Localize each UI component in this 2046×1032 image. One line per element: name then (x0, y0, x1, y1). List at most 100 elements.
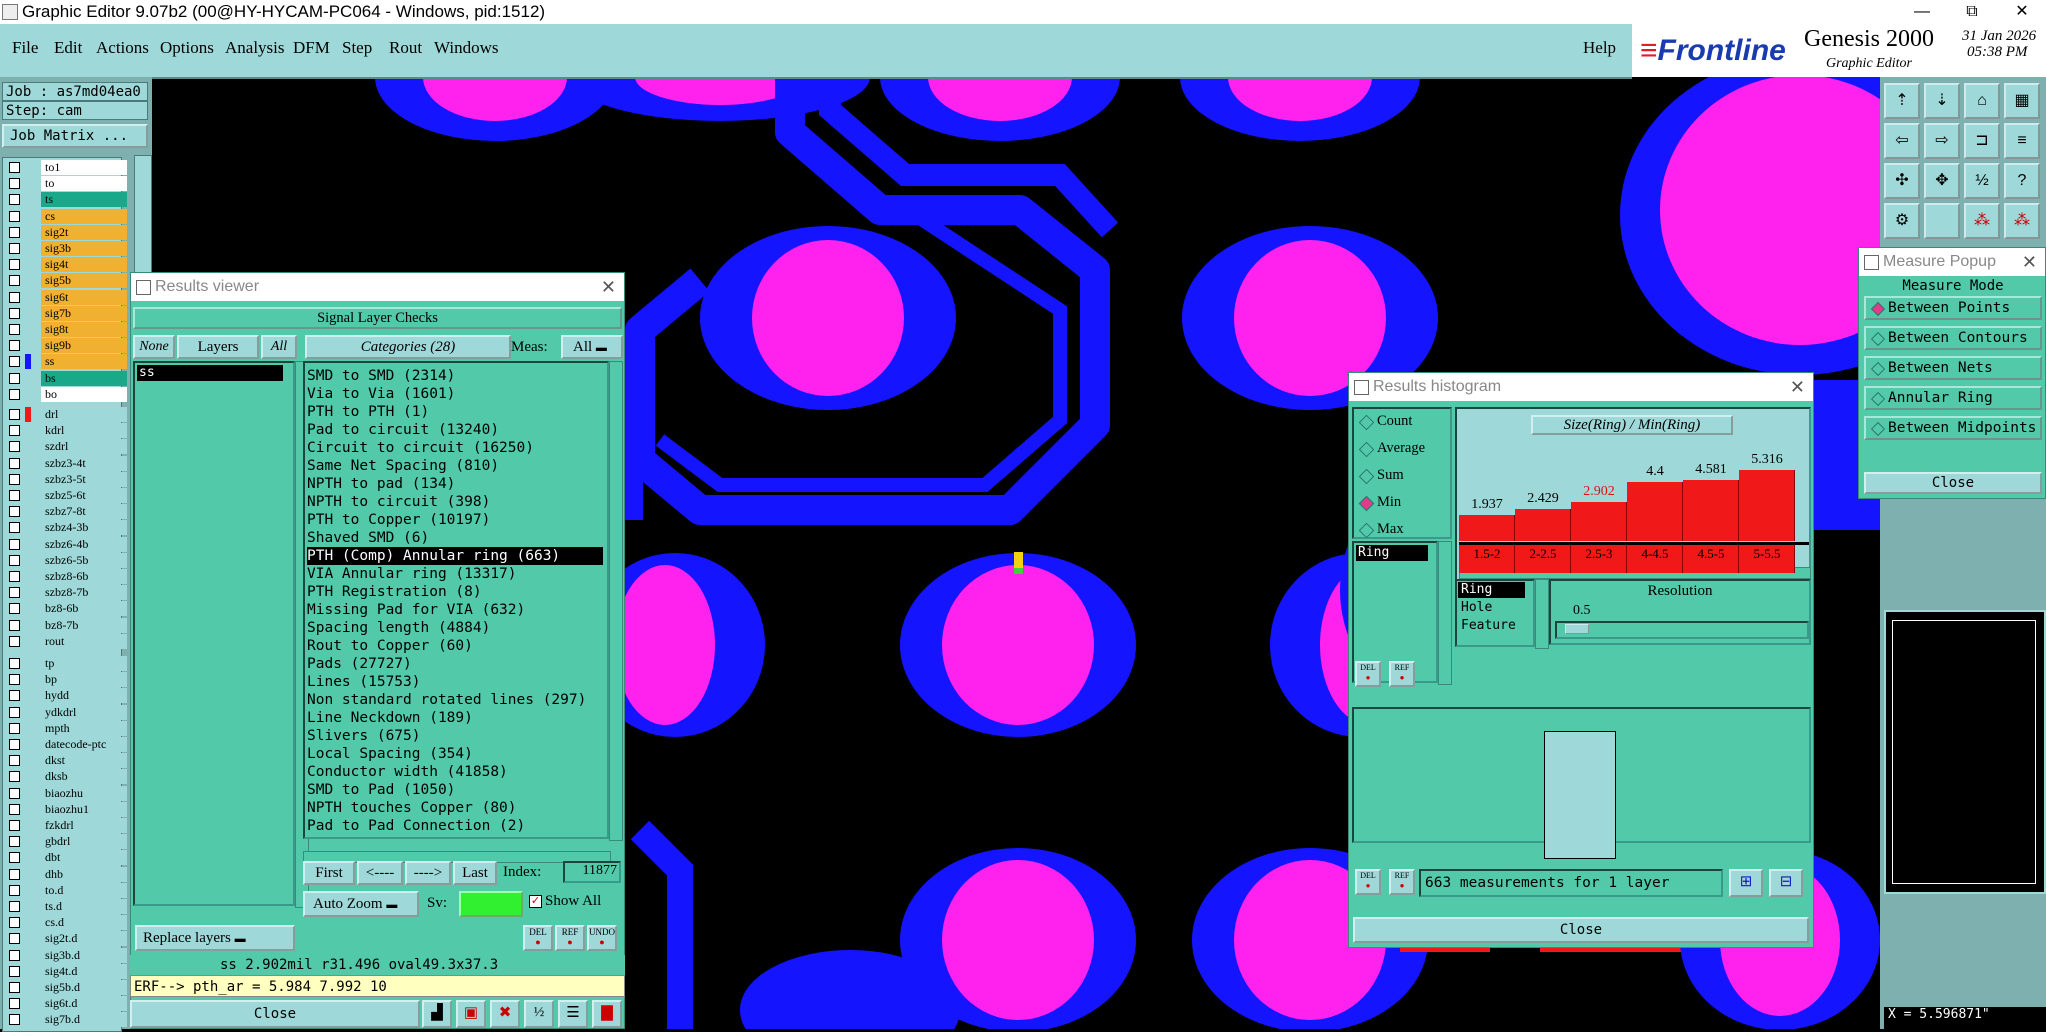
layer-checkbox[interactable] (9, 852, 20, 864)
layer-checkbox[interactable] (9, 771, 20, 783)
minimize-button[interactable]: — (1900, 0, 1944, 24)
layer-row[interactable]: szbz8-7b (7, 585, 127, 601)
layer-row[interactable]: bz8-7b (7, 617, 127, 633)
category-item[interactable]: Non standard rotated lines (297) (307, 691, 586, 709)
category-item[interactable]: Shaved SMD (6) (307, 529, 429, 547)
measure-mode-between-nets[interactable]: Between Nets (1864, 356, 2042, 380)
layer-row[interactable]: dhb (7, 866, 127, 882)
layer-row[interactable]: drl (7, 407, 127, 422)
layer-checkbox[interactable] (9, 674, 20, 686)
layer-checkbox[interactable] (9, 587, 20, 599)
job-matrix-button[interactable]: Job Matrix ... (2, 124, 148, 148)
layer-checkbox[interactable] (9, 425, 20, 437)
layer-row[interactable]: szbz5-6t (7, 488, 127, 503)
layer-checkbox[interactable] (9, 457, 20, 469)
prev-button[interactable]: <---- (357, 861, 403, 885)
undo-button[interactable]: UNDO ● (587, 925, 617, 951)
layer-row[interactable]: mpth (7, 720, 127, 736)
category-item[interactable]: PTH Registration (8) (307, 583, 482, 601)
import-icon[interactable]: ⊟ (1769, 869, 1803, 897)
layer-row[interactable]: szbz4-3b (7, 520, 127, 536)
ratio-icon[interactable]: ½ (1964, 163, 2000, 199)
highlight-icon[interactable]: ▣ (456, 1000, 486, 1028)
histogram-bar[interactable] (1739, 470, 1795, 541)
histogram-list-scrollbar[interactable] (1438, 541, 1452, 685)
layer-checkbox[interactable] (9, 291, 20, 303)
layer-row[interactable]: sig3b.d (7, 947, 127, 963)
blank-tool-icon[interactable] (1924, 203, 1960, 239)
home-icon[interactable]: ⌂ (1964, 83, 2000, 119)
layer-checkbox[interactable] (9, 722, 20, 734)
layer-row[interactable]: sig2t.d (7, 931, 127, 947)
detail-del-button[interactable]: DEL ● (1355, 869, 1381, 895)
resolution-list-scrollbar[interactable] (1535, 579, 1549, 649)
layer-row[interactable]: ts (7, 192, 127, 208)
layer-row[interactable]: cs.d (7, 915, 127, 931)
hist-del-button[interactable]: DEL ● (1355, 661, 1381, 687)
layer-row[interactable]: fzkdrl (7, 818, 127, 833)
layer-row[interactable]: sig5b.d (7, 980, 127, 995)
category-item[interactable]: PTH to Copper (10197) (307, 511, 490, 529)
layer-checkbox[interactable] (9, 490, 20, 501)
ref-button[interactable]: REF ● (555, 925, 585, 951)
layer-checkbox[interactable] (9, 658, 20, 669)
layer-checkbox[interactable] (9, 998, 20, 1010)
layer-checkbox[interactable] (9, 554, 20, 566)
menu-file[interactable]: File (12, 38, 38, 58)
zoom-box-icon[interactable]: ⊐ (1964, 123, 2000, 159)
resolution-type-feature[interactable]: Feature (1461, 618, 1516, 633)
menu-windows[interactable]: Windows (434, 38, 498, 58)
category-item[interactable]: SMD to Pad (1050) (307, 781, 455, 799)
layer-checkbox[interactable] (9, 473, 20, 485)
menu-edit[interactable]: Edit (54, 38, 82, 58)
category-item[interactable]: Conductor width (41858) (307, 763, 508, 781)
results-viewer-close-button[interactable]: Close (130, 1000, 420, 1028)
net-tool-icon[interactable]: ⁂ (1964, 203, 2000, 239)
menu-rout[interactable]: Rout (389, 38, 422, 58)
layer-row[interactable]: datecode-ptc (7, 737, 127, 752)
layer-row[interactable]: sig4t.d (7, 963, 127, 979)
layer-row[interactable]: szbz6-4b (7, 536, 127, 552)
layer-checkbox[interactable] (9, 409, 20, 420)
snap-icon[interactable]: ≡ (2004, 123, 2040, 159)
menu-help[interactable]: Help (1583, 38, 1616, 58)
next-button[interactable]: ----> (405, 861, 451, 885)
layer-checkbox[interactable] (9, 820, 20, 831)
meas-select[interactable]: All ▬ (561, 335, 623, 359)
menu-step[interactable]: Step (342, 38, 372, 58)
layer-checkbox[interactable] (9, 1014, 20, 1026)
category-item[interactable]: NPTH to circuit (398) (307, 493, 490, 511)
layer-checkbox[interactable] (9, 933, 20, 945)
close-icon[interactable]: ✕ (1790, 373, 1805, 401)
measure-tool-icon[interactable]: ⚙ (1884, 203, 1920, 239)
measure-close-button[interactable]: Close (1864, 472, 2042, 494)
del-button[interactable]: DEL ● (523, 925, 553, 951)
layer-row[interactable]: sig2t (7, 224, 127, 240)
layer-checkbox[interactable] (9, 372, 20, 384)
layer-checkbox[interactable] (9, 340, 20, 352)
histogram-bar[interactable] (1627, 482, 1683, 541)
first-button[interactable]: First (303, 861, 355, 885)
layer-row[interactable]: sig3b (7, 241, 127, 256)
category-item[interactable]: Missing Pad for VIA (632) (307, 601, 525, 619)
layer-checkbox[interactable] (9, 522, 20, 534)
menu-dfm[interactable]: DFM (293, 38, 330, 58)
detail-ref-button[interactable]: REF ● (1389, 869, 1415, 895)
histogram-bar[interactable] (1683, 480, 1739, 541)
layer-row[interactable]: to1 (7, 160, 127, 175)
layer-checkbox[interactable] (9, 571, 20, 582)
close-icon[interactable]: ✕ (2022, 248, 2037, 276)
index-input[interactable]: 11877 (563, 861, 621, 883)
layer-row[interactable]: sig7b (7, 305, 127, 321)
layer-checkbox[interactable] (9, 194, 20, 206)
category-item[interactable]: SMD to SMD (2314) (307, 367, 455, 385)
layer-row[interactable]: biaozhu (7, 785, 127, 801)
layer-row[interactable]: bp (7, 672, 127, 688)
layer-row[interactable]: ts.d (7, 899, 127, 914)
layer-row[interactable]: sig9b (7, 338, 127, 354)
close-icon[interactable]: ✕ (601, 273, 616, 301)
chart-icon[interactable]: ▟ (422, 1000, 452, 1028)
stats-icon[interactable]: ½ (524, 1000, 554, 1028)
category-item[interactable]: Spacing length (4884) (307, 619, 490, 637)
fit-icon[interactable]: ✣ (1884, 163, 1920, 199)
